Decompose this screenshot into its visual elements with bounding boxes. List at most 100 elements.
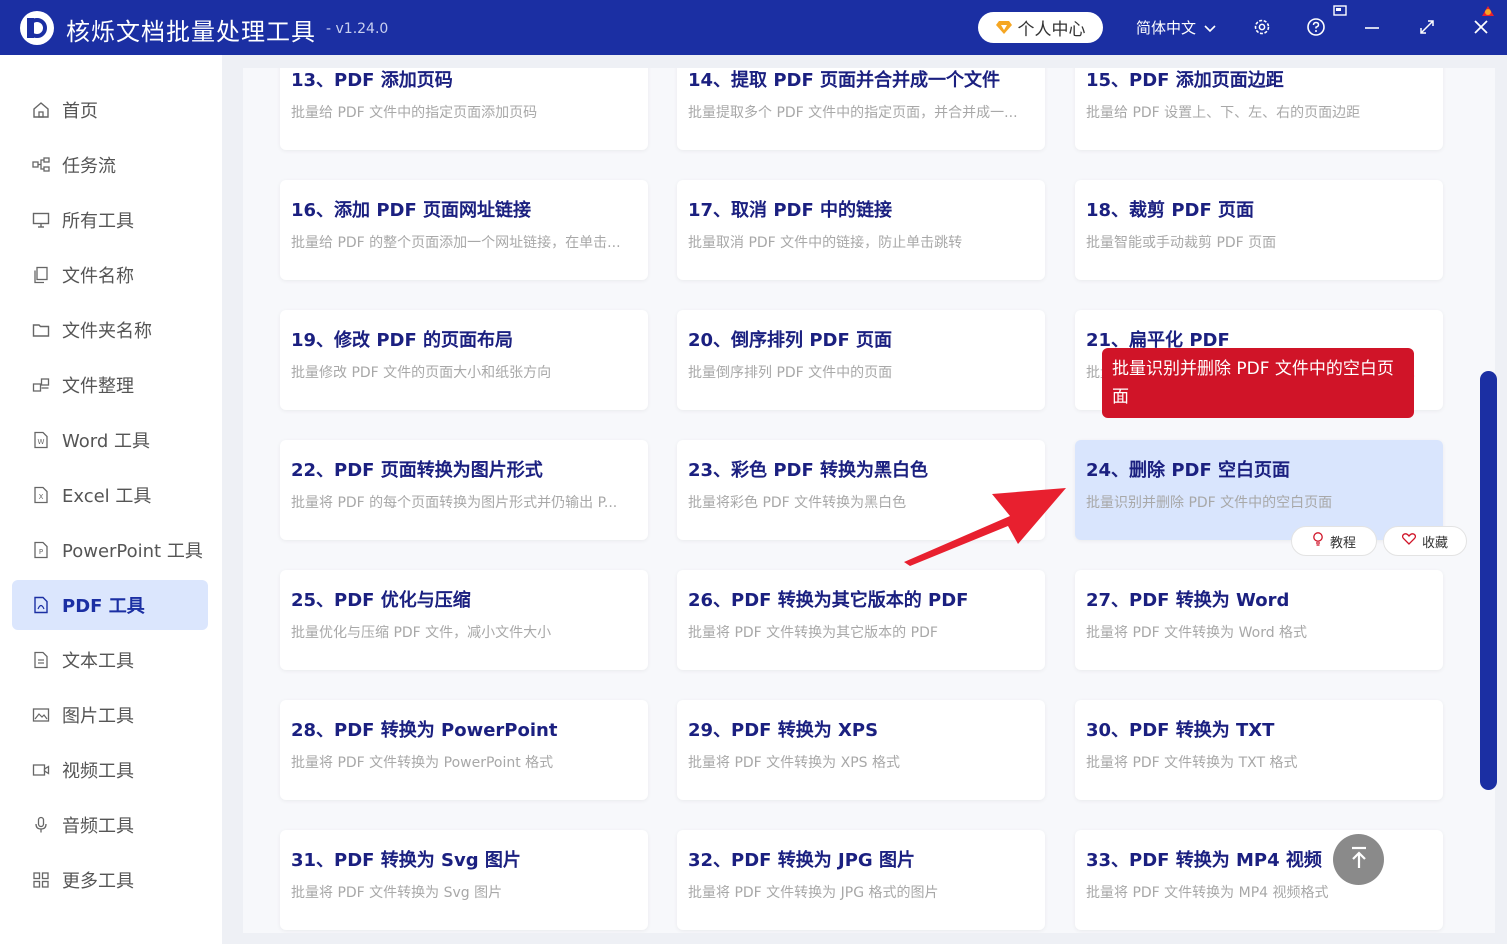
sidebar-item-label: 文本工具 xyxy=(62,651,134,672)
tool-card[interactable]: 19、修改 PDF 的页面布局 批量修改 PDF 文件的页面大小和纸张方向 xyxy=(280,310,648,410)
tool-card-description: 批量将 PDF 文件转换为 JPG 格式的图片 xyxy=(688,885,939,901)
tool-card[interactable]: 20、倒序排列 PDF 页面 批量倒序排列 PDF 文件中的页面 xyxy=(677,310,1045,410)
tool-card[interactable]: 28、PDF 转换为 PowerPoint 批量将 PDF 文件转换为 Power… xyxy=(280,700,648,800)
sidebar-item[interactable]: 音频工具 xyxy=(12,800,208,850)
sidebar-item-label: 音频工具 xyxy=(62,816,134,837)
help-icon[interactable] xyxy=(1305,16,1327,38)
sidebar-item[interactable]: 视频工具 xyxy=(12,745,208,795)
tool-card-description: 批量将 PDF 文件转换为 Svg 图片 xyxy=(291,885,503,901)
app-title: 核烁文档批量处理工具 xyxy=(66,18,316,46)
tool-card[interactable]: 29、PDF 转换为 XPS 批量将 PDF 文件转换为 XPS 格式 xyxy=(677,700,1045,800)
tool-card-title: 16、添加 PDF 页面网址链接 xyxy=(291,200,532,221)
sidebar-item[interactable]: 更多工具 xyxy=(12,855,208,905)
monitor-icon xyxy=(32,211,50,229)
excel-file-icon: X xyxy=(32,486,50,504)
svg-text:P: P xyxy=(39,548,43,556)
text-file-icon xyxy=(32,651,50,669)
tool-card-title: 29、PDF 转换为 XPS xyxy=(688,720,879,741)
ppt-file-icon: P xyxy=(32,541,50,559)
minimize-icon[interactable] xyxy=(1361,16,1383,38)
tool-card-description: 批量识别并删除 PDF 文件中的空白页面 xyxy=(1086,495,1333,511)
tool-card-description: 批量将 PDF 的每个页面转换为图片形式并仍输出 P... xyxy=(291,495,618,511)
tool-card[interactable]: 14、提取 PDF 页面并合并成一个文件 批量提取多个 PDF 文件中的指定页面，… xyxy=(677,68,1045,150)
tool-card-title: 15、PDF 添加页面边距 xyxy=(1086,70,1284,91)
video-icon xyxy=(32,761,50,779)
app-version: - v1.24.0 xyxy=(326,21,389,37)
tool-card-description: 批量取消 PDF 文件中的链接，防止单击跳转 xyxy=(688,235,963,251)
tool-card[interactable]: 31、PDF 转换为 Svg 图片 批量将 PDF 文件转换为 Svg 图片 xyxy=(280,830,648,930)
sidebar-item-label: Word 工具 xyxy=(62,431,150,452)
sidebar-item[interactable]: 所有工具 xyxy=(12,195,208,245)
sidebar-item[interactable]: PDF 工具 xyxy=(12,580,208,630)
sidebar-item[interactable]: P PowerPoint 工具 xyxy=(12,525,208,575)
tool-card-description: 批量提取多个 PDF 文件中的指定页面，并合并成一... xyxy=(688,105,1018,121)
tool-card[interactable]: 13、PDF 添加页码批量给 PDF 文件中的指定页面添加页码 xyxy=(280,68,648,150)
tool-card-description: 批量将 PDF 文件转换为 XPS 格式 xyxy=(688,755,900,771)
sidebar-item[interactable]: 文件整理 xyxy=(12,360,208,410)
tool-card-title: 28、PDF 转换为 PowerPoint xyxy=(291,720,558,741)
sidebar-item[interactable]: 文件夹名称 xyxy=(12,305,208,355)
sidebar-item[interactable]: 文件名称 xyxy=(12,250,208,300)
sidebar-item-label: PowerPoint 工具 xyxy=(62,541,203,562)
tool-card[interactable]: 27、PDF 转换为 Word 批量将 PDF 文件转换为 Word 格式 xyxy=(1075,570,1443,670)
sidebar-item[interactable]: 文本工具 xyxy=(12,635,208,685)
arrow-up-icon xyxy=(1349,846,1369,874)
sidebar-item-label: 首页 xyxy=(62,101,98,122)
chevron-down-icon xyxy=(1204,19,1216,37)
sidebar-item[interactable]: X Excel 工具 xyxy=(12,470,208,520)
microphone-icon xyxy=(32,816,50,834)
tooltip: 批量识别并删除 PDF 文件中的空白页面 xyxy=(1102,348,1414,418)
tool-grid: 13、PDF 添加页码批量给 PDF 文件中的指定页面添加页码 14、提取 PDF… xyxy=(243,68,1495,933)
vertical-scrollbar[interactable] xyxy=(1480,371,1497,790)
tool-card-title: 13、PDF 添加页码 xyxy=(291,70,453,91)
tool-card-title: 27、PDF 转换为 Word xyxy=(1086,590,1290,611)
tool-card-description: 批量给 PDF 设置上、下、左、右的页面边距 xyxy=(1086,105,1361,121)
scroll-to-top-button[interactable] xyxy=(1333,834,1384,885)
tool-card[interactable]: 25、PDF 优化与压缩 批量优化与压缩 PDF 文件，减小文件大小 xyxy=(280,570,648,670)
workflow-icon xyxy=(32,156,50,174)
lightbulb-icon xyxy=(1312,532,1324,550)
tool-card-title: 17、取消 PDF 中的链接 xyxy=(688,200,893,221)
user-center-button[interactable]: 个人中心 xyxy=(978,12,1103,43)
sidebar-item-label: 任务流 xyxy=(62,156,116,177)
skin-icon[interactable] xyxy=(1332,4,1348,18)
sidebar-item-label: Excel 工具 xyxy=(62,486,152,507)
tool-card[interactable]: 15、PDF 添加页面边距批量给 PDF 设置上、下、左、右的页面边距 xyxy=(1075,68,1443,150)
sidebar-item-label: 更多工具 xyxy=(62,871,134,892)
title-bar: 核烁文档批量处理工具 - v1.24.0 个人中心 简体中文 xyxy=(0,0,1507,55)
tool-card-title: 18、裁剪 PDF 页面 xyxy=(1086,200,1255,221)
sidebar-item[interactable]: 图片工具 xyxy=(12,690,208,740)
sidebar-item[interactable]: 任务流 xyxy=(12,140,208,190)
tool-card[interactable]: 16、添加 PDF 页面网址链接 批量给 PDF 的整个页面添加一个网址链接，在单… xyxy=(280,180,648,280)
tool-card[interactable]: 32、PDF 转换为 JPG 图片批量将 PDF 文件转换为 JPG 格式的图片 xyxy=(677,830,1045,930)
tool-card-description: 批量将 PDF 文件转换为 TXT 格式 xyxy=(1086,755,1298,771)
tool-card[interactable]: 18、裁剪 PDF 页面批量智能或手动裁剪 PDF 页面 xyxy=(1075,180,1443,280)
maximize-icon[interactable] xyxy=(1416,16,1438,38)
svg-text:W: W xyxy=(38,438,45,446)
tool-card[interactable]: 26、PDF 转换为其它版本的 PDF 批量将 PDF 文件转换为其它版本的 PD… xyxy=(677,570,1045,670)
tool-card-description: 批量智能或手动裁剪 PDF 页面 xyxy=(1086,235,1277,251)
sidebar-item[interactable]: 首页 xyxy=(12,85,208,135)
organize-icon xyxy=(32,376,50,394)
tutorial-button[interactable]: 教程 xyxy=(1291,526,1377,556)
settings-gear-icon[interactable] xyxy=(1251,16,1273,38)
tool-card[interactable]: 30、PDF 转换为 TXT 批量将 PDF 文件转换为 TXT 格式 xyxy=(1075,700,1443,800)
tool-card[interactable]: 24、删除 PDF 空白页面批量识别并删除 PDF 文件中的空白页面 xyxy=(1075,440,1443,540)
sidebar-item[interactable]: W Word 工具 xyxy=(12,415,208,465)
sidebar-item-label: 文件夹名称 xyxy=(62,321,152,342)
tool-card[interactable]: 33、PDF 转换为 MP4 视频 批量将 PDF 文件转换为 MP4 视频格式 xyxy=(1075,830,1443,930)
tool-card-description: 批量修改 PDF 文件的页面大小和纸张方向 xyxy=(291,365,552,381)
word-file-icon: W xyxy=(32,431,50,449)
tool-card-title: 24、删除 PDF 空白页面 xyxy=(1086,460,1291,481)
tool-card[interactable]: 22、PDF 页面转换为图片形式 批量将 PDF 的每个页面转换为图片形式并仍输出… xyxy=(280,440,648,540)
sidebar-item-label: 所有工具 xyxy=(62,211,134,232)
tool-card-description: 批量给 PDF 文件中的指定页面添加页码 xyxy=(291,105,538,121)
tool-card-description: 批量优化与压缩 PDF 文件，减小文件大小 xyxy=(291,625,552,641)
tool-card-title: 32、PDF 转换为 JPG 图片 xyxy=(688,850,915,871)
tool-card-title: 20、倒序排列 PDF 页面 xyxy=(688,330,893,351)
folder-icon xyxy=(32,321,50,339)
language-select[interactable]: 简体中文 xyxy=(1136,17,1216,38)
favorite-button[interactable]: 收藏 xyxy=(1383,526,1467,556)
svg-text:X: X xyxy=(39,493,44,501)
tool-card[interactable]: 17、取消 PDF 中的链接批量取消 PDF 文件中的链接，防止单击跳转 xyxy=(677,180,1045,280)
